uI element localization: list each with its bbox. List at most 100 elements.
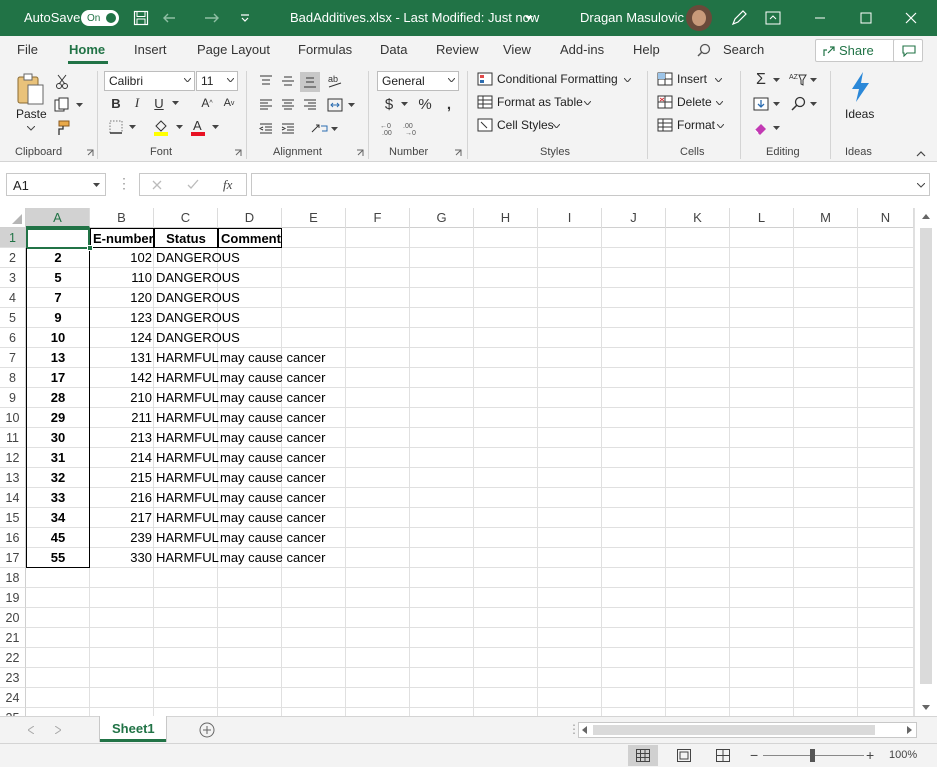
formula-input[interactable]	[251, 173, 930, 196]
italic-icon[interactable]: I	[128, 94, 146, 112]
align-right-icon[interactable]	[301, 96, 319, 114]
undo-icon[interactable]	[162, 8, 182, 28]
worksheet-grid[interactable]: ABCDEFGHIJKLMN 1 2 3 4 5 6 7 8 9 10 11 12 13 14 15 16 17…	[0, 208, 937, 716]
cell[interactable]: 213	[90, 428, 154, 448]
name-box[interactable]: A1	[6, 173, 106, 196]
cell[interactable]: 210	[90, 388, 154, 408]
font-name-select[interactable]: Calibri	[104, 71, 195, 91]
cell[interactable]	[218, 288, 282, 308]
row-header[interactable]: 25	[0, 708, 26, 716]
row-header[interactable]: 12	[0, 448, 26, 468]
pen-icon[interactable]	[729, 8, 749, 28]
tab-insert[interactable]: Insert	[134, 42, 167, 57]
tab-home[interactable]: Home	[69, 42, 105, 57]
tab-add-ins[interactable]: Add-ins	[560, 42, 604, 57]
active-cell[interactable]	[26, 228, 90, 249]
cell[interactable]: 10	[26, 328, 90, 348]
cell[interactable]: 31	[26, 448, 90, 468]
row-header[interactable]: 1	[0, 228, 26, 248]
column-header-l[interactable]: L	[730, 208, 794, 228]
cell[interactable]: may cause cancer	[218, 408, 326, 428]
cell[interactable]: HARMFUL	[154, 468, 219, 488]
font-color-icon[interactable]: A	[189, 118, 207, 136]
zoom-in-icon[interactable]: +	[866, 747, 874, 763]
vertical-scrollbar[interactable]	[914, 208, 937, 716]
paste-button[interactable]: Paste	[14, 71, 48, 131]
cell[interactable]	[218, 248, 282, 268]
row-header[interactable]: 2	[0, 248, 26, 268]
row-header[interactable]: 3	[0, 268, 26, 288]
column-header-m[interactable]: M	[794, 208, 858, 228]
underline-icon[interactable]: U	[150, 94, 168, 112]
cell[interactable]	[218, 308, 282, 328]
fill-color-icon[interactable]	[152, 118, 170, 136]
format-painter-icon[interactable]	[53, 119, 71, 137]
decrease-font-icon[interactable]: Av	[220, 94, 238, 112]
cell[interactable]: 55	[26, 548, 90, 568]
cell[interactable]: HARMFUL	[154, 548, 219, 568]
document-title[interactable]: BadAdditives.xlsx - Last Modified: Just …	[290, 10, 539, 25]
cell[interactable]: DANGEROUS	[154, 248, 240, 268]
cell[interactable]: 29	[26, 408, 90, 428]
align-bottom-icon[interactable]	[300, 72, 320, 92]
cell[interactable]: 102	[90, 248, 154, 268]
cell[interactable]: HARMFUL	[154, 508, 219, 528]
cell[interactable]: 13	[26, 348, 90, 368]
save-icon[interactable]	[131, 8, 151, 28]
horizontal-scrollbar[interactable]	[578, 722, 917, 738]
cell[interactable]	[218, 328, 282, 348]
orientation-icon[interactable]: ab	[326, 72, 344, 90]
cell[interactable]: HARMFUL	[154, 528, 219, 548]
cell[interactable]: 33	[26, 488, 90, 508]
borders-icon[interactable]	[107, 118, 125, 136]
horizontal-scroll-thumb[interactable]	[593, 725, 875, 735]
cell[interactable]: 216	[90, 488, 154, 508]
autosave-toggle[interactable]: On	[81, 10, 119, 26]
sheet-tab[interactable]: Sheet1	[100, 716, 166, 742]
increase-indent-icon[interactable]	[279, 120, 297, 138]
column-header-i[interactable]: I	[538, 208, 602, 228]
cell[interactable]: may cause cancer	[218, 488, 326, 508]
column-header-h[interactable]: H	[474, 208, 538, 228]
cell[interactable]: HARMFUL	[154, 348, 219, 368]
cut-icon[interactable]	[53, 73, 71, 91]
row-header[interactable]: 10	[0, 408, 26, 428]
zoom-slider-thumb[interactable]	[810, 749, 815, 762]
row-header[interactable]: 17	[0, 548, 26, 568]
align-left-icon[interactable]	[257, 96, 275, 114]
select-all-corner[interactable]	[0, 208, 26, 228]
page-break-view-icon[interactable]	[716, 749, 730, 762]
tab-file[interactable]: File	[17, 42, 38, 57]
decrease-indent-icon[interactable]	[257, 120, 275, 138]
cell[interactable]: 330	[90, 548, 154, 568]
cell[interactable]: DANGEROUS	[154, 288, 240, 308]
column-header-g[interactable]: G	[410, 208, 474, 228]
cell[interactable]: 131	[90, 348, 154, 368]
cell[interactable]: DANGEROUS	[154, 308, 240, 328]
row-header[interactable]: 8	[0, 368, 26, 388]
format-cells-button[interactable]: Format	[657, 117, 729, 135]
row-header[interactable]: 19	[0, 588, 26, 608]
number-format-select[interactable]: General	[377, 71, 459, 91]
cell[interactable]: Comment	[218, 228, 282, 248]
column-header-f[interactable]: F	[346, 208, 410, 228]
cell[interactable]: 214	[90, 448, 154, 468]
cell[interactable]	[218, 268, 282, 288]
merge-center-icon[interactable]	[326, 96, 344, 114]
cell[interactable]: 5	[26, 268, 90, 288]
row-header[interactable]: 6	[0, 328, 26, 348]
cell[interactable]: 120	[90, 288, 154, 308]
tab-data[interactable]: Data	[380, 42, 407, 57]
row-header[interactable]: 21	[0, 628, 26, 648]
fill-down-icon[interactable]	[752, 95, 770, 113]
row-header[interactable]: 20	[0, 608, 26, 628]
wrap-text-icon[interactable]	[311, 120, 329, 138]
row-header[interactable]: 23	[0, 668, 26, 688]
cell[interactable]: 142	[90, 368, 154, 388]
column-header-j[interactable]: J	[602, 208, 666, 228]
row-header[interactable]: 24	[0, 688, 26, 708]
row-header[interactable]: 13	[0, 468, 26, 488]
cell[interactable]: HARMFUL	[154, 388, 219, 408]
cell[interactable]: 7	[26, 288, 90, 308]
cell[interactable]: 34	[26, 508, 90, 528]
